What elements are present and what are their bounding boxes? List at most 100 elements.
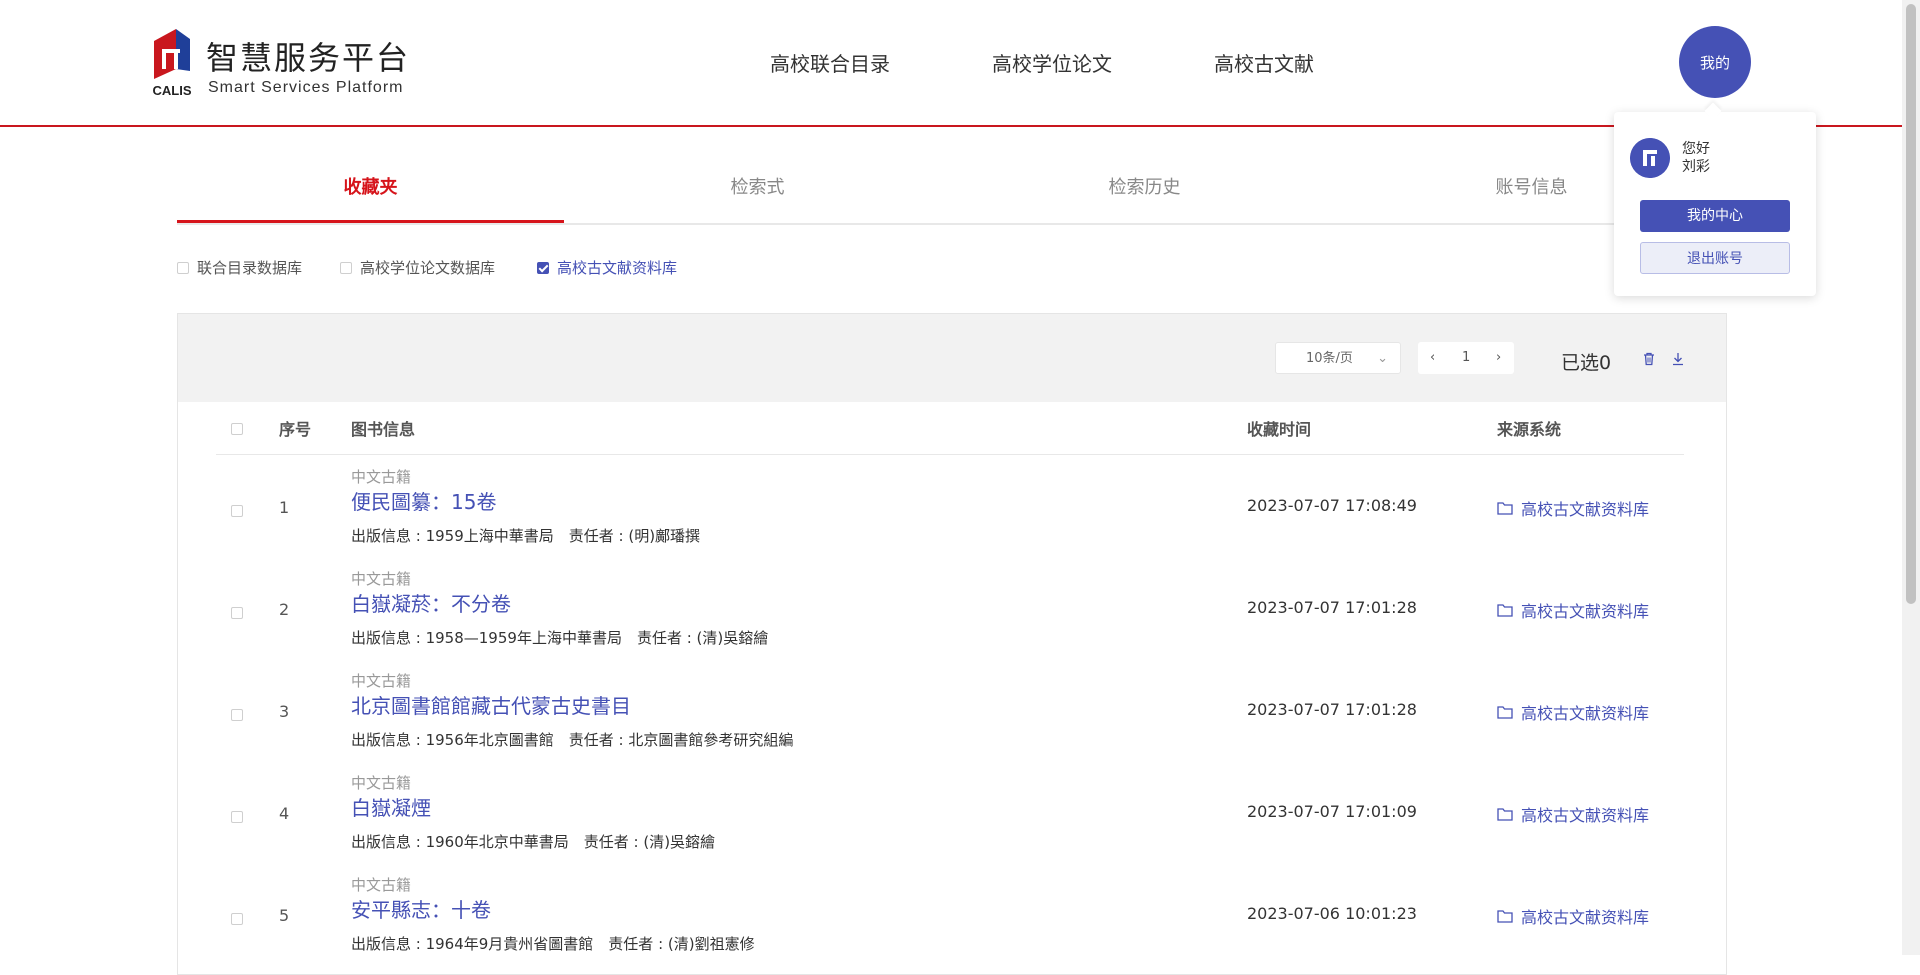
row-index: 2 bbox=[279, 600, 290, 619]
folder-icon bbox=[1497, 910, 1513, 923]
header-index: 序号 bbox=[279, 420, 312, 439]
filter-label: 联合目录数据库 bbox=[197, 259, 303, 277]
tab-bar: 收藏夹 检索式 检索历史 账号信息 bbox=[177, 167, 1725, 225]
row-pub-info: 出版信息 : 1964年9月貴州省圖書館 责任者 : (清)劉祖憲修 bbox=[351, 935, 755, 953]
table-row: 3 中文古籍 北京圖書館館藏古代蒙古史書目 出版信息 : 1956年北京圖書館 … bbox=[216, 662, 1684, 764]
row-pub-info: 出版信息 : 1958—1959年上海中華書局 责任者 : (清)吳鎔繪 bbox=[351, 629, 769, 647]
nav-item-theses[interactable]: 高校学位论文 bbox=[992, 48, 1112, 77]
row-checkbox[interactable] bbox=[231, 505, 243, 517]
row-source-link[interactable]: 高校古文献资料库 bbox=[1497, 802, 1649, 826]
trash-icon[interactable] bbox=[1642, 352, 1656, 366]
selected-count: 已选0 bbox=[1561, 352, 1612, 374]
row-title-link[interactable]: 北京圖書館館藏古代蒙古史書目 bbox=[351, 690, 631, 719]
pagination: ‹ 1 › bbox=[1418, 342, 1514, 374]
source-label: 高校古文献资料库 bbox=[1521, 806, 1650, 825]
filter-ancient-docs[interactable]: 高校古文献资料库 bbox=[537, 257, 677, 278]
row-checkbox[interactable] bbox=[231, 607, 243, 619]
row-checkbox[interactable] bbox=[231, 709, 243, 721]
table-row: 4 中文古籍 白嶽凝煙 出版信息 : 1960年北京中華書局 责任者 : (清)… bbox=[216, 764, 1684, 866]
row-source-link[interactable]: 高校古文献资料库 bbox=[1497, 598, 1649, 622]
row-kind: 中文古籍 bbox=[351, 468, 412, 486]
folder-icon bbox=[1497, 706, 1513, 719]
brand-name-en: Smart Services Platform bbox=[208, 79, 404, 96]
checkbox[interactable] bbox=[177, 261, 189, 274]
header-fav-time: 收藏时间 bbox=[1247, 420, 1312, 439]
greeting-text: 您好 bbox=[1682, 141, 1710, 157]
tab-favorites[interactable]: 收藏夹 bbox=[177, 167, 564, 223]
row-title-link[interactable]: 便民圖纂：15卷 bbox=[351, 486, 496, 515]
tab-search-history[interactable]: 检索历史 bbox=[951, 167, 1338, 221]
brand-name-cn: 智慧服务平台 bbox=[206, 39, 411, 77]
filter-union-catalog[interactable]: 联合目录数据库 bbox=[177, 257, 302, 278]
row-title-link[interactable]: 白嶽凝煙 bbox=[351, 792, 431, 821]
row-title-link[interactable]: 安平縣志：十卷 bbox=[351, 894, 491, 923]
row-pub-info: 出版信息 : 1960年北京中華書局 责任者 : (清)吳鎔繪 bbox=[351, 833, 716, 851]
header-source: 来源系统 bbox=[1497, 420, 1562, 439]
my-center-button[interactable]: 我的中心 bbox=[1640, 200, 1790, 232]
row-checkbox[interactable] bbox=[231, 913, 243, 925]
row-fav-time: 2023-07-06 10:01:23 bbox=[1247, 904, 1417, 923]
folder-icon bbox=[1497, 502, 1513, 515]
row-source-link[interactable]: 高校古文献资料库 bbox=[1497, 904, 1649, 928]
source-label: 高校古文献资料库 bbox=[1521, 602, 1650, 621]
chevron-down-icon: ⌄ bbox=[1377, 351, 1388, 366]
calis-logo-icon: CALIS bbox=[153, 29, 192, 98]
row-index: 1 bbox=[279, 498, 290, 517]
nav-item-ancient-docs[interactable]: 高校古文献 bbox=[1214, 48, 1314, 77]
row-fav-time: 2023-07-07 17:01:28 bbox=[1247, 598, 1417, 617]
row-pub-info: 出版信息 : 1956年北京圖書館 责任者 : 北京圖書館參考研究組編 bbox=[351, 731, 794, 749]
table-row: 5 中文古籍 安平縣志：十卷 出版信息 : 1964年9月貴州省圖書館 责任者 … bbox=[216, 866, 1684, 968]
row-checkbox[interactable] bbox=[231, 811, 243, 823]
page-size-select[interactable]: 10条/页 ⌄ bbox=[1275, 342, 1401, 374]
select-all-checkbox[interactable] bbox=[231, 423, 243, 435]
filter-theses[interactable]: 高校学位论文数据库 bbox=[340, 257, 495, 278]
row-kind: 中文古籍 bbox=[351, 774, 412, 792]
user-menu-button[interactable]: 我的 bbox=[1679, 26, 1751, 98]
nav-item-union-catalog[interactable]: 高校联合目录 bbox=[770, 48, 890, 77]
source-label: 高校古文献资料库 bbox=[1521, 908, 1650, 927]
row-index: 4 bbox=[279, 804, 290, 823]
source-label: 高校古文献资料库 bbox=[1521, 500, 1650, 519]
user-popup-menu: 您好 刘彩 我的中心 退出账号 bbox=[1614, 112, 1816, 296]
favorites-panel: 10条/页 ⌄ ‹ 1 › 已选0 序号 图书信息 收藏时间 来源系统 1 中文… bbox=[177, 313, 1727, 975]
page-size-value: 10条/页 bbox=[1306, 351, 1353, 366]
filter-label: 高校古文献资料库 bbox=[557, 259, 678, 277]
folder-icon bbox=[1497, 604, 1513, 617]
user-greeting-block: 您好 刘彩 bbox=[1682, 140, 1710, 176]
page-scrollbar[interactable] bbox=[1902, 0, 1920, 955]
username-text: 刘彩 bbox=[1682, 159, 1710, 175]
logo-text: CALIS bbox=[153, 83, 192, 98]
folder-icon bbox=[1497, 808, 1513, 821]
table-row: 1 中文古籍 便民圖纂：15卷 出版信息 : 1959上海中華書局 责任者 : … bbox=[216, 458, 1684, 560]
row-source-link[interactable]: 高校古文献资料库 bbox=[1497, 700, 1649, 724]
top-header: CALIS 智慧服务平台 Smart Services Platform 高校联… bbox=[0, 0, 1902, 127]
row-title-link[interactable]: 白嶽凝菸：不分卷 bbox=[351, 588, 511, 617]
panel-toolbar: 10条/页 ⌄ ‹ 1 › 已选0 bbox=[178, 314, 1726, 402]
row-fav-time: 2023-07-07 17:01:09 bbox=[1247, 802, 1417, 821]
download-icon[interactable] bbox=[1671, 352, 1685, 366]
current-page[interactable]: 1 bbox=[1462, 342, 1470, 374]
row-kind: 中文古籍 bbox=[351, 672, 412, 690]
row-source-link[interactable]: 高校古文献资料库 bbox=[1497, 496, 1649, 520]
header-book-info: 图书信息 bbox=[351, 420, 416, 439]
logout-button[interactable]: 退出账号 bbox=[1640, 242, 1790, 274]
row-fav-time: 2023-07-07 17:01:28 bbox=[1247, 700, 1417, 719]
next-page-icon[interactable]: › bbox=[1496, 342, 1501, 374]
row-index: 5 bbox=[279, 906, 290, 925]
checkbox[interactable] bbox=[340, 261, 352, 274]
user-avatar-icon bbox=[1630, 138, 1670, 178]
table-row: 2 中文古籍 白嶽凝菸：不分卷 出版信息 : 1958—1959年上海中華書局 … bbox=[216, 560, 1684, 662]
filter-label: 高校学位论文数据库 bbox=[360, 259, 496, 277]
tab-search-expressions[interactable]: 检索式 bbox=[564, 167, 951, 221]
row-kind: 中文古籍 bbox=[351, 570, 412, 588]
calis-logo[interactable]: CALIS 智慧服务平台 Smart Services Platform bbox=[150, 27, 410, 99]
row-pub-info: 出版信息 : 1959上海中華書局 责任者 : (明)鄺璠撰 bbox=[351, 527, 701, 545]
row-index: 3 bbox=[279, 702, 290, 721]
prev-page-icon[interactable]: ‹ bbox=[1430, 342, 1435, 374]
source-label: 高校古文献资料库 bbox=[1521, 704, 1650, 723]
row-fav-time: 2023-07-07 17:08:49 bbox=[1247, 496, 1417, 515]
checkbox-checked[interactable] bbox=[537, 261, 549, 274]
scrollbar-thumb[interactable] bbox=[1906, 4, 1916, 604]
table-header: 序号 图书信息 收藏时间 来源系统 bbox=[216, 402, 1684, 455]
row-kind: 中文古籍 bbox=[351, 876, 412, 894]
